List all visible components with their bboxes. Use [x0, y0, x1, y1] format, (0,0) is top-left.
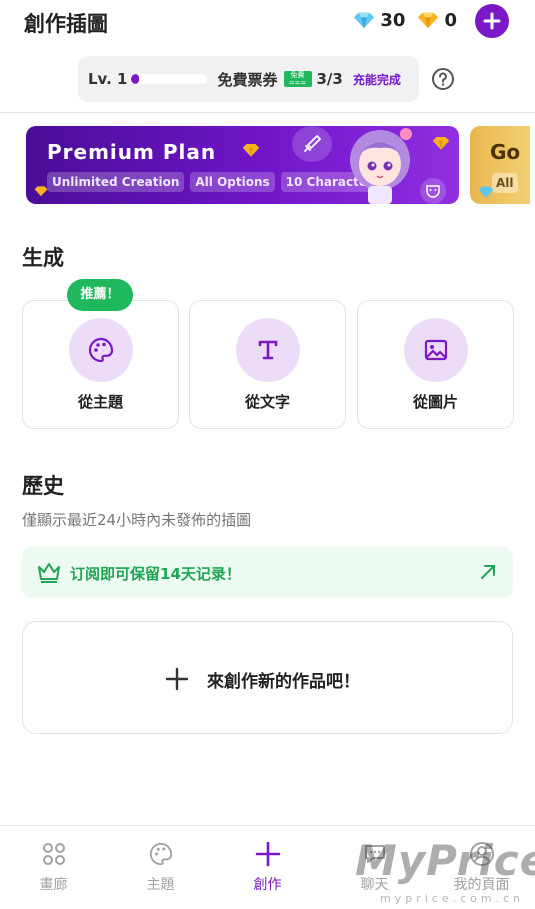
gen-icon-circle [69, 318, 133, 382]
subscribe-notice[interactable]: 订阅即可保留14天记录！ [22, 547, 513, 598]
blue-diamond-icon [478, 186, 494, 198]
nav-label: 創作 [253, 877, 282, 893]
plus-icon [255, 841, 280, 867]
nav-item-theme[interactable]: 主題 [107, 826, 214, 909]
currency-group[interactable]: 30 0 [353, 9, 457, 31]
banner-title: Premium Plan [47, 140, 217, 164]
gen-icon-circle [404, 318, 468, 382]
gen-label: 從文字 [244, 393, 290, 411]
nav-label: 主題 [146, 877, 175, 893]
header: 創作插圖 30 0 [0, 0, 535, 44]
yellow-gem-count: 0 [444, 9, 457, 31]
blue-gem-count: 30 [380, 9, 406, 31]
yellow-gem-balance: 0 [417, 9, 457, 31]
generate-from-image-card[interactable]: 從圖片 [357, 300, 514, 429]
nav-item-create[interactable]: 創作 [214, 826, 321, 909]
level-label: Lv. 1 [88, 70, 128, 88]
ticket-count: 3/3 [316, 70, 343, 88]
ticket-label: 免費票券 [217, 70, 278, 89]
mascot-character [350, 128, 412, 204]
create-new-card[interactable]: 來創作新的作品吧！ [22, 621, 513, 734]
plus-icon [165, 667, 189, 691]
plus-icon [483, 12, 501, 30]
page-title: 創作插圖 [24, 12, 108, 36]
generate-from-text-card[interactable]: 從文字 [189, 300, 346, 429]
generate-from-theme-card[interactable]: 從主題 [22, 300, 179, 429]
gen-label: 從主題 [77, 393, 123, 411]
generate-title: 生成 [22, 246, 64, 270]
nav-label: 畫廊 [39, 877, 68, 893]
crown-icon [38, 563, 60, 583]
help-icon[interactable] [431, 67, 455, 91]
add-gems-button[interactable] [475, 4, 509, 38]
gen-icon-circle [236, 318, 300, 382]
history-subtitle: 僅顯示最近24小時內未發佈的插圖 [22, 511, 252, 529]
palette-icon [88, 337, 114, 363]
level-progress-bar [131, 74, 208, 84]
nav-item-gallery[interactable]: 畫廊 [0, 826, 107, 909]
banner2-chip: All [492, 173, 518, 193]
history-title: 歷史 [22, 474, 64, 498]
gen-label: 從圖片 [412, 393, 458, 411]
level-progress-fill [131, 74, 140, 84]
gold-diamond-icon [34, 186, 48, 197]
sword-icon [292, 126, 332, 162]
gold-diamond-icon [432, 137, 450, 150]
divider [0, 112, 535, 113]
level-card: Lv. 1 免費票券 免費 === 3/3 充能完成 [78, 56, 419, 102]
gold-plan-banner[interactable]: Go All [470, 126, 530, 204]
gold-diamond-icon [242, 144, 260, 157]
subscribe-notice-text: 订阅即可保留14天记录！ [70, 565, 241, 583]
blue-diamond-icon [354, 12, 375, 29]
banner-chips: Unlimited Creation All Options 10 Charac… [47, 172, 386, 192]
banner2-title: Go [490, 140, 521, 164]
recommend-badge: 推薦！ [67, 279, 133, 311]
watermark-url: myprice.com.cn [380, 892, 525, 905]
text-icon [258, 340, 278, 360]
palette-icon [149, 842, 172, 866]
watermark: MyPrice [355, 836, 535, 885]
mask-icon [420, 178, 446, 204]
yellow-diamond-icon [418, 12, 439, 29]
arrow-up-right-icon [481, 565, 495, 579]
recharge-status[interactable]: 充能完成 [353, 71, 401, 88]
banner-chip: All Options [190, 172, 275, 192]
banner-chip: Unlimited Creation [47, 172, 185, 192]
gallery-icon [42, 843, 65, 865]
create-new-label: 來創作新的作品吧！ [207, 672, 360, 692]
ticket-badge: 免費 === [283, 71, 312, 87]
image-icon [424, 339, 448, 361]
premium-banner[interactable]: Premium Plan Unlimited Creation All Opti… [26, 126, 459, 204]
blue-gem-balance: 30 [353, 9, 405, 31]
